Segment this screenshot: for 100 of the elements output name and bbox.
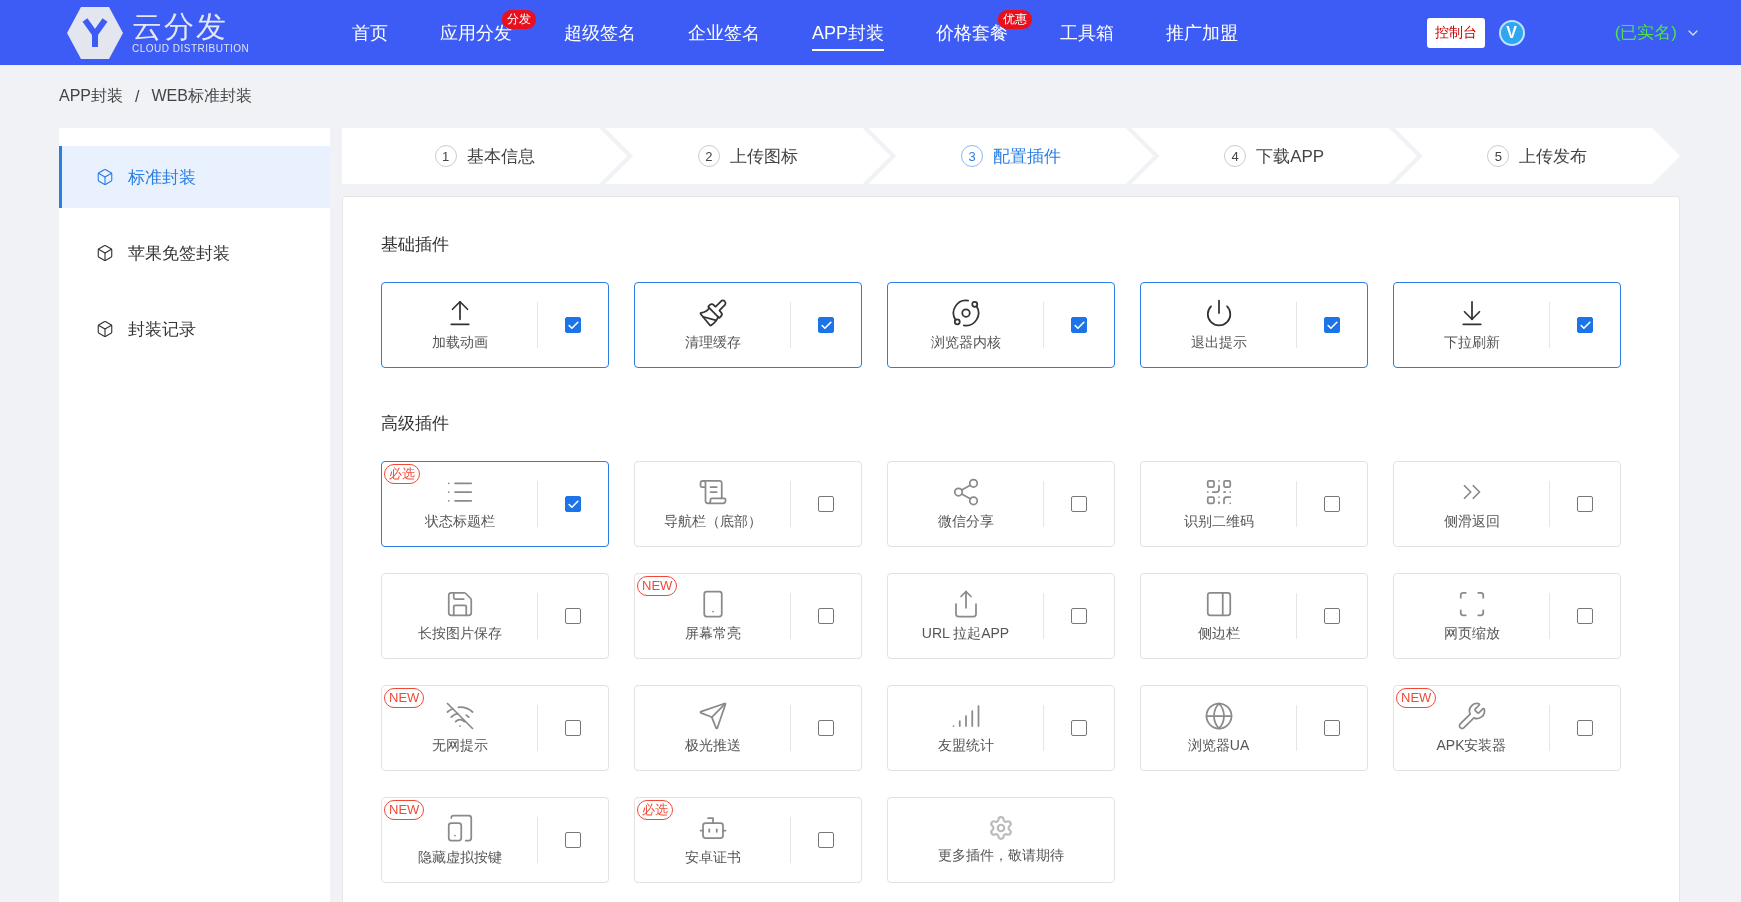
breadcrumb-item: WEB标准封装: [151, 86, 252, 106]
plugin-label: 网页缩放: [1443, 625, 1500, 643]
console-button[interactable]: 控制台: [1426, 17, 1485, 48]
sidebar-item[interactable]: 封装记录: [59, 298, 330, 360]
plugin-card[interactable]: NEW APK安装器: [1393, 685, 1621, 771]
cube-icon: [96, 168, 114, 186]
logo-subtitle: CLOUD DISTRIBUTION: [132, 43, 250, 54]
plugin-label: URL 拉起APP: [921, 625, 1010, 643]
plugin-card[interactable]: NEW 隐藏虚拟按键: [381, 797, 609, 883]
plugin-tag: 必选: [637, 800, 673, 820]
plugin-label: 导航栏（底部）: [663, 513, 762, 531]
plugin-tag: NEW: [384, 800, 425, 820]
nav-item[interactable]: 推广加盟: [1140, 0, 1265, 65]
nav-item[interactable]: 超级签名: [538, 0, 662, 65]
section-title: 基础插件: [381, 234, 450, 256]
plugin-card[interactable]: 侧滑返回: [1393, 461, 1621, 547]
nav-item[interactable]: APP封装: [786, 0, 911, 65]
plugin-label: 加载动画: [431, 334, 488, 352]
step-label: 上传发布: [1519, 145, 1588, 168]
plugin-label: 极光推送: [684, 737, 741, 755]
checkbox[interactable]: [1324, 720, 1340, 736]
plugin-label: 退出提示: [1190, 334, 1247, 352]
checkbox[interactable]: [565, 496, 581, 512]
plugin-card[interactable]: 网页缩放: [1393, 573, 1621, 659]
plugin-label: 侧边栏: [1197, 625, 1240, 643]
step-label: 配置插件: [993, 145, 1061, 168]
plugin-card[interactable]: 长按图片保存: [381, 573, 609, 659]
globe-icon: [1203, 701, 1234, 731]
checkbox[interactable]: [1071, 608, 1087, 624]
checkbox[interactable]: [1071, 317, 1087, 333]
plugin-label: 清理缓存: [684, 334, 741, 352]
breadcrumb-item: /: [135, 87, 140, 106]
plugin-card[interactable]: 退出提示: [1140, 282, 1368, 368]
plugin-label: 无网提示: [431, 737, 488, 755]
plugin-tag: 必选: [384, 464, 420, 484]
plugin-label: 隐藏虚拟按键: [417, 849, 502, 867]
checkbox[interactable]: [818, 496, 834, 512]
plugin-label: 识别二维码: [1183, 513, 1254, 531]
plugin-label: 状态标题栏: [424, 513, 495, 531]
checkbox[interactable]: [818, 832, 834, 848]
send-icon: [697, 701, 728, 731]
plugin-card[interactable]: 微信分享: [887, 461, 1115, 547]
checkbox[interactable]: [818, 608, 834, 624]
checkbox[interactable]: [1577, 496, 1593, 512]
plugin-card[interactable]: 导航栏（底部）: [634, 461, 862, 547]
sidebar-item[interactable]: 标准封装: [59, 146, 330, 208]
checkbox[interactable]: [1071, 496, 1087, 512]
plugin-card[interactable]: 友盟统计: [887, 685, 1115, 771]
nav-item[interactable]: 工具箱: [1034, 0, 1141, 65]
plugin-label: 安卓证书: [684, 849, 741, 867]
plugin-card[interactable]: NEW 无网提示: [381, 685, 609, 771]
plugin-card[interactable]: 浏览器UA: [1140, 685, 1368, 771]
cube-icon: [96, 244, 114, 262]
step-label: 上传图标: [729, 145, 798, 168]
wrench-icon: [1456, 701, 1487, 731]
sidebar-item[interactable]: 苹果免签封装: [59, 222, 330, 284]
plugin-label: 屏幕常亮: [684, 625, 741, 643]
checkbox[interactable]: [1577, 317, 1593, 333]
vip-badge: V: [1498, 19, 1525, 46]
step-label: 下载APP: [1256, 145, 1325, 168]
plugin-label: APK安装器: [1436, 737, 1507, 755]
plugin-card[interactable]: 加载动画: [381, 282, 609, 368]
plugin-tag: NEW: [1396, 688, 1437, 708]
plugin-card[interactable]: 识别二维码: [1140, 461, 1368, 547]
plugin-label: 更多插件，敬请期待: [938, 847, 1064, 865]
plugin-card[interactable]: 侧边栏: [1140, 573, 1368, 659]
checkbox[interactable]: [565, 832, 581, 848]
checkbox[interactable]: [565, 608, 581, 624]
plugin-tag: NEW: [637, 576, 678, 596]
plugin-card[interactable]: 极光推送: [634, 685, 862, 771]
checkbox[interactable]: [1071, 720, 1087, 736]
gear-icon: [988, 815, 1014, 841]
plugin-label: 友盟统计: [937, 737, 994, 755]
checkbox[interactable]: [1324, 496, 1340, 512]
nav-item[interactable]: 企业签名: [662, 0, 786, 65]
plugin-card[interactable]: 必选 状态标题栏: [381, 461, 609, 547]
checkbox[interactable]: [1324, 608, 1340, 624]
checkbox[interactable]: [565, 720, 581, 736]
plugin-card[interactable]: URL 拉起APP: [887, 573, 1115, 659]
checkbox[interactable]: [1324, 317, 1340, 333]
plugin-card[interactable]: 清理缓存: [634, 282, 862, 368]
checkbox[interactable]: [818, 317, 834, 333]
plugin-card[interactable]: 下拉刷新: [1393, 282, 1621, 368]
plugin-label: 微信分享: [937, 513, 994, 531]
cube-icon: [96, 320, 114, 338]
checkbox[interactable]: [565, 317, 581, 333]
plugin-card[interactable]: NEW 屏幕常亮: [634, 573, 862, 659]
step-label: 基本信息: [466, 145, 535, 168]
plugin-card[interactable]: 必选 安卓证书: [634, 797, 862, 883]
nav-item[interactable]: 首页: [326, 0, 414, 65]
checkbox[interactable]: [818, 720, 834, 736]
checkbox[interactable]: [1577, 720, 1593, 736]
plugin-card[interactable]: 浏览器内核: [887, 282, 1115, 368]
logo-icon: [66, 4, 124, 61]
plugin-tag: NEW: [384, 688, 425, 708]
document-icon: [697, 477, 728, 507]
breadcrumb-item[interactable]: APP封装: [59, 86, 123, 107]
plugin-label: 浏览器UA: [1187, 737, 1250, 755]
checkbox[interactable]: [1577, 608, 1593, 624]
wifi-off-icon: [444, 701, 475, 731]
